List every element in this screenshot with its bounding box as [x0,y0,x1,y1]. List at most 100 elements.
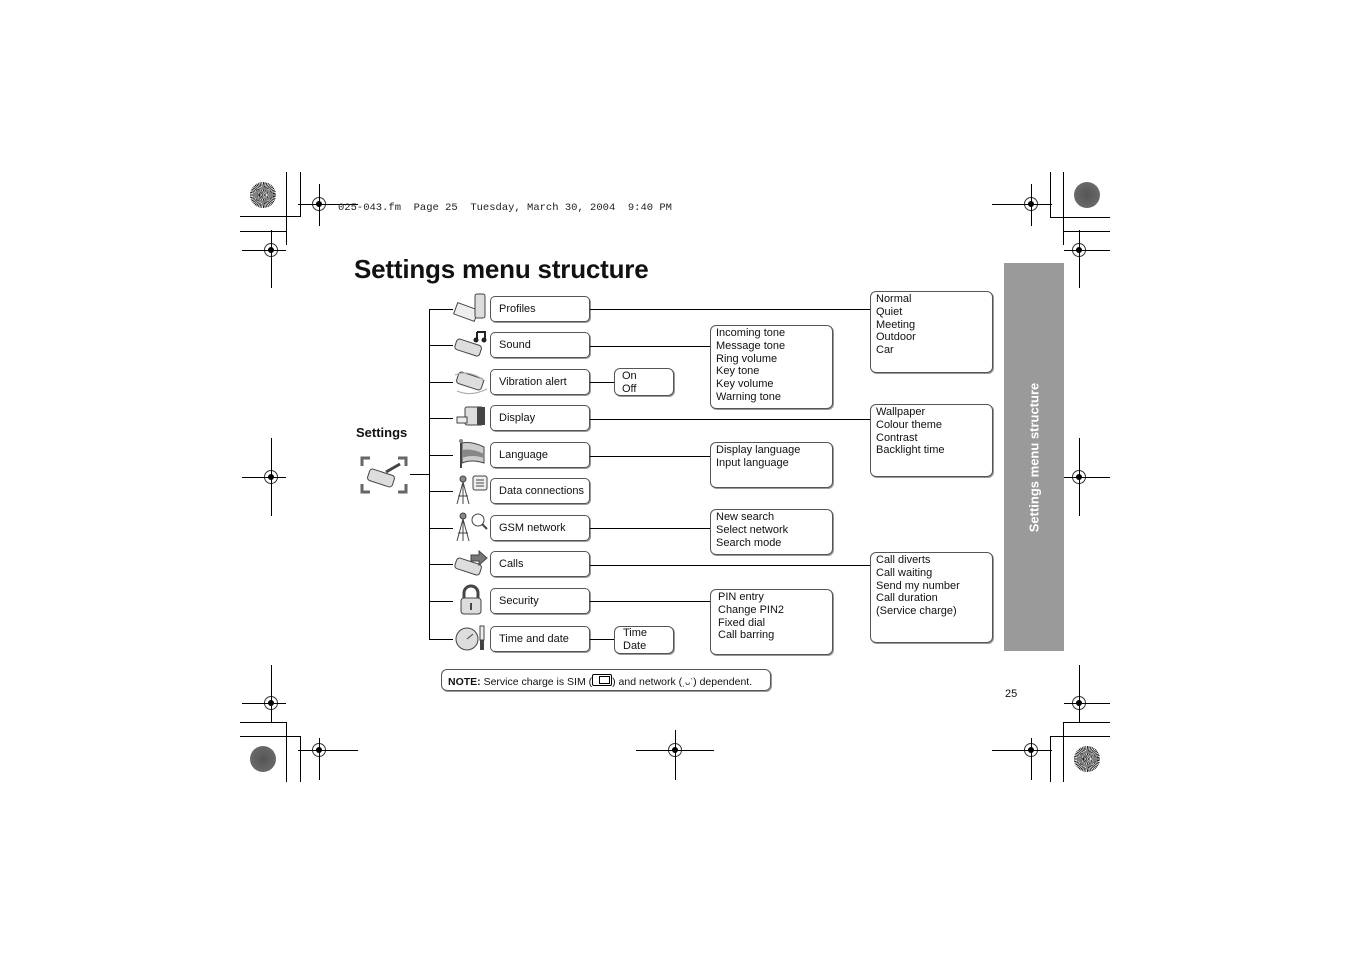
crop-line [1050,172,1051,217]
menu-item-calls[interactable]: Calls [490,551,590,577]
submenu-option[interactable]: Key volume [716,378,832,391]
connector-profiles [590,309,870,310]
submenu-option[interactable]: Backlight time [876,444,992,457]
submenu-option[interactable]: Incoming tone [716,327,832,340]
submenu-option[interactable]: Call barring [718,629,832,642]
crop-line [1050,217,1110,218]
note-box: NOTE: Service charge is SIM () and netwo… [441,669,771,691]
submenu-option[interactable]: Colour theme [876,419,992,432]
branch-line [429,639,453,640]
section-tab-label: Settings menu structure [1026,382,1042,532]
crop-line [271,438,272,516]
submenu-option[interactable]: Message tone [716,340,832,353]
menu-item-profiles[interactable]: Profiles [490,296,590,322]
submenu-option[interactable]: PIN entry [718,591,832,604]
submenu-option[interactable]: Fixed dial [718,617,832,630]
tree-trunk [429,309,430,639]
crop-line [1063,722,1064,782]
submenu-option[interactable]: Ring volume [716,353,832,366]
crop-line [271,665,272,723]
crop-line [240,722,287,723]
clock-icon [453,622,489,654]
branch-line [429,309,453,310]
submenu-option[interactable]: (Service charge) [876,605,992,618]
submenu-option[interactable]: Call diverts [876,554,992,567]
menu-item-time-and-date[interactable]: Time and date [490,626,590,652]
submenu-option[interactable]: Date [623,640,673,653]
menu-item-security[interactable]: Security [490,588,590,614]
sim-card-icon [592,674,613,686]
crop-line [1079,230,1080,288]
submenu-option[interactable]: Call duration [876,592,992,605]
branch-line [429,455,453,456]
branch-line [429,345,453,346]
language-flag-icon [453,438,489,470]
submenu-option[interactable]: Wallpaper [876,406,992,419]
crop-line [1064,477,1110,478]
submenu-option[interactable]: Send my number [876,580,992,593]
gsm-network-icon [453,511,489,543]
menu-item-data-connections[interactable]: Data connections [490,478,590,504]
connector-display [590,419,870,420]
crop-line [319,738,320,780]
submenu-calls: Call diverts Call waiting Send my number Ca… [870,552,993,643]
crop-line [242,250,286,251]
root-connector [410,474,430,475]
menu-item-display[interactable]: Display [490,405,590,431]
submenu-option[interactable]: Key tone [716,365,832,378]
submenu-sound: Incoming tone Message tone Ring volume Key … [710,325,833,409]
branch-line [429,491,453,492]
branch-line [429,564,453,565]
crop-line [675,730,676,780]
crop-line [286,172,287,245]
submenu-option[interactable]: Off [622,383,673,396]
crop-line [242,477,286,478]
note-prefix: NOTE: [448,676,481,688]
crop-line [1063,172,1064,245]
menu-item-language[interactable]: Language [490,442,590,468]
connector-language [590,456,710,457]
crop-line [300,172,301,217]
submenu-option[interactable]: Time [623,627,673,640]
root-label: Settings [356,425,408,440]
submenu-option[interactable]: Quiet [876,306,992,319]
submenu-option[interactable]: Select network [716,524,832,537]
submenu-option[interactable]: New search [716,511,832,524]
branch-line [429,528,453,529]
submenu-option[interactable]: Change PIN2 [718,604,832,617]
padlock-icon [453,584,489,616]
submenu-display: Wallpaper Colour theme Contrast Backlight t… [870,404,993,477]
submenu-option[interactable]: Call waiting [876,567,992,580]
submenu-option[interactable]: Contrast [876,432,992,445]
submenu-option[interactable]: Normal [876,293,992,306]
connector-time [590,639,614,640]
submenu-option[interactable]: Warning tone [716,391,832,404]
crop-line [1031,184,1032,226]
sound-icon [453,328,489,360]
registration-disc [250,182,276,208]
settings-root-icon [360,456,408,494]
submenu-option[interactable]: Search mode [716,537,832,550]
menu-item-gsm-network[interactable]: GSM network [490,515,590,541]
submenu-option[interactable]: Input language [716,457,832,470]
crop-line [992,204,1052,205]
crop-line [1063,722,1110,723]
connector-sound [590,346,710,347]
submenu-option[interactable]: Display language [716,444,832,457]
connector-security [590,601,710,602]
crop-line [240,216,300,217]
branch-line [429,601,453,602]
crop-line [298,750,358,751]
submenu-option[interactable]: On [622,370,673,383]
submenu-option[interactable]: Meeting [876,319,992,332]
file-header: 025-043.fm Page 25 Tuesday, March 30, 20… [338,202,672,214]
menu-item-sound[interactable]: Sound [490,332,590,358]
registration-disc [1074,182,1100,208]
crop-line [1064,250,1110,251]
submenu-option[interactable]: Outdoor [876,331,992,344]
submenu-option[interactable]: Car [876,344,992,357]
branch-line [429,418,453,419]
crop-line [992,750,1052,751]
submenu-time-date: Time Date [614,626,674,654]
menu-item-vibration-alert[interactable]: Vibration alert [490,369,590,395]
